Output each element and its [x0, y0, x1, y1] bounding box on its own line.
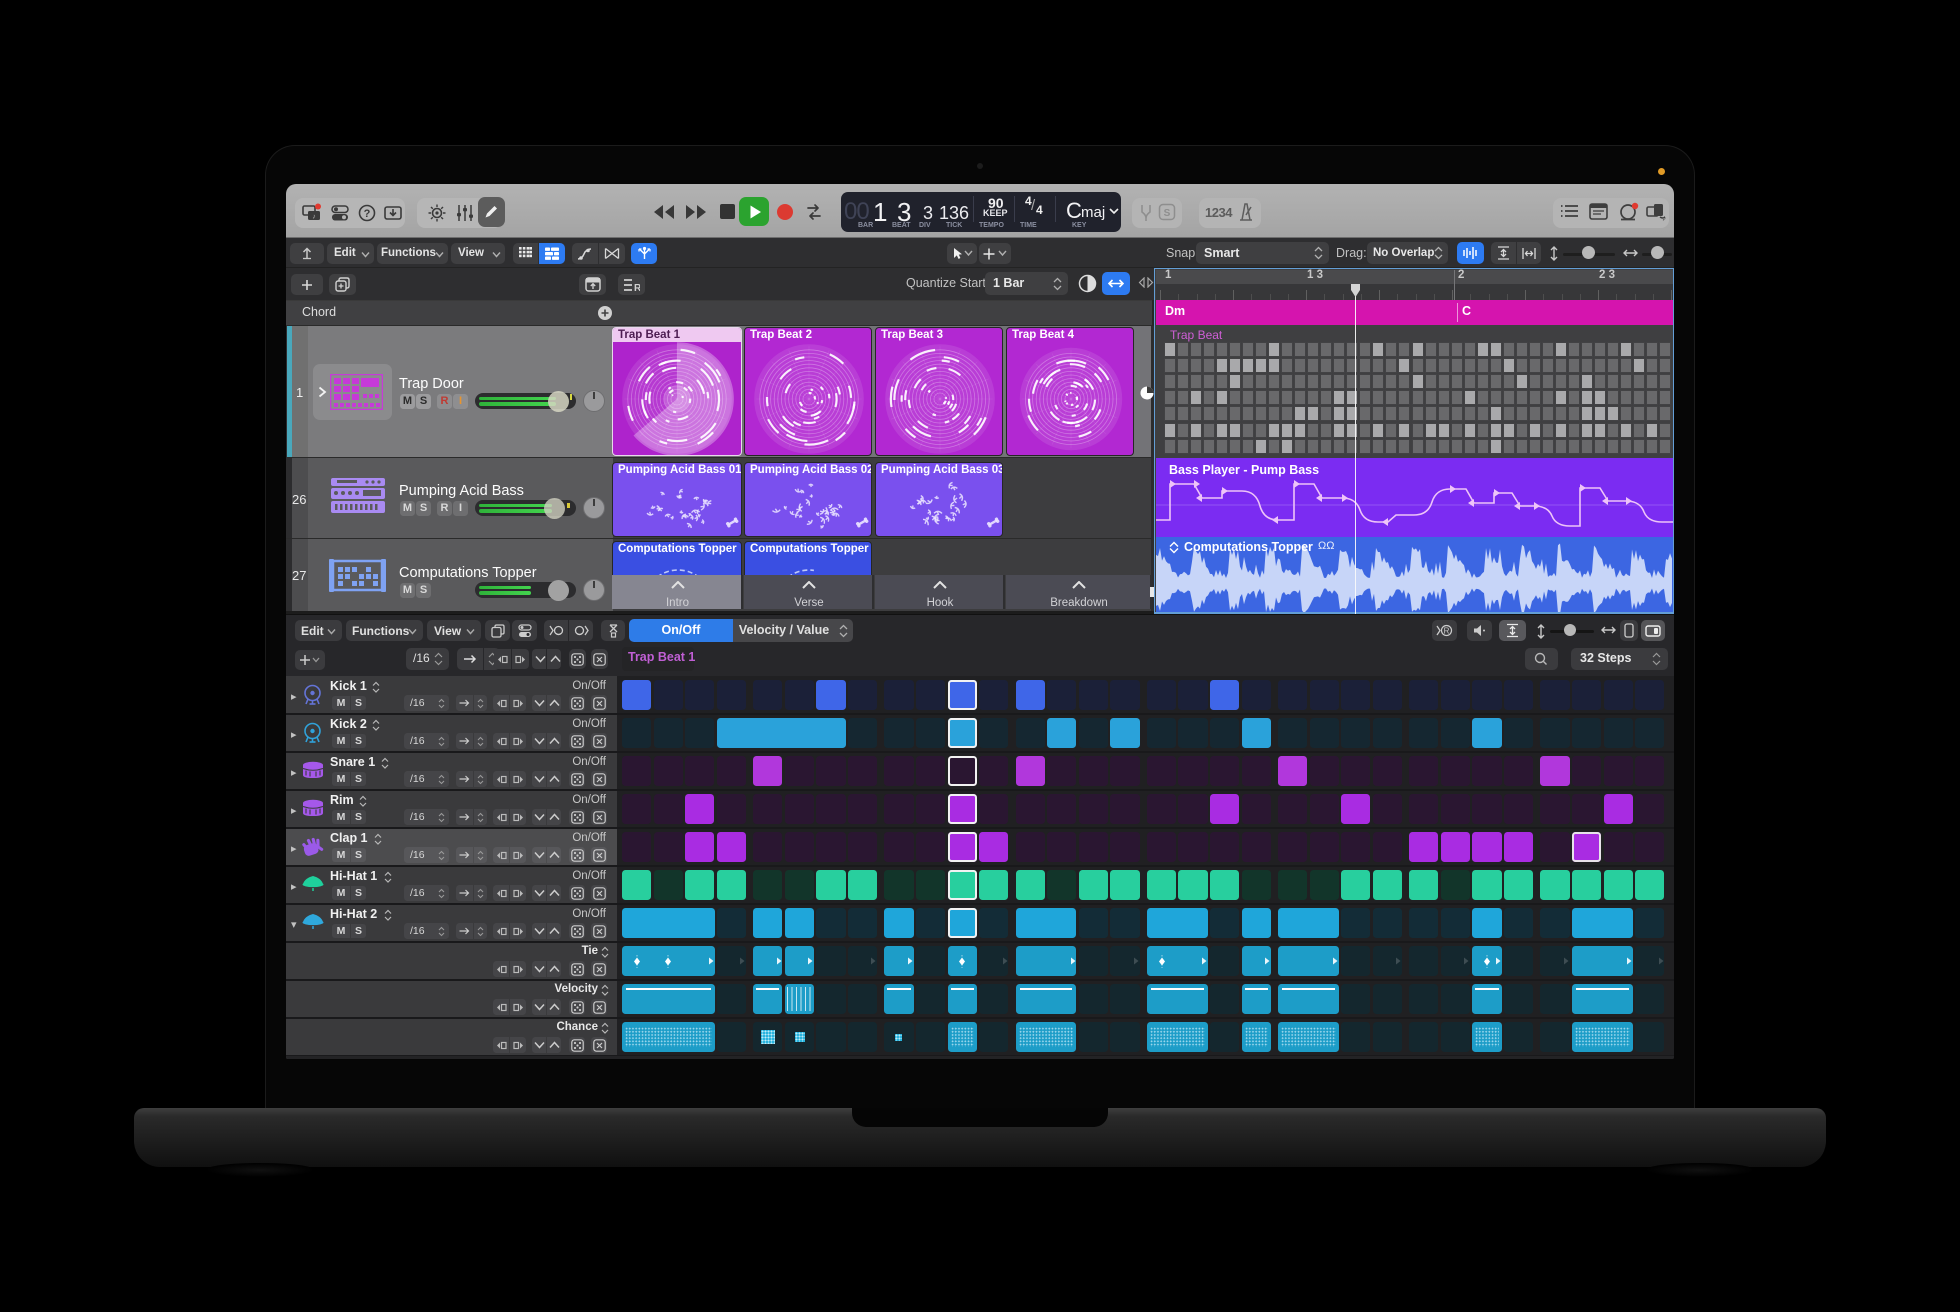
svg-text:♪: ♪ — [312, 214, 316, 221]
svg-text:♪: ♪ — [1662, 214, 1666, 222]
svg-text:S: S — [1164, 208, 1171, 219]
svg-text:R: R — [634, 283, 640, 292]
svg-text:?: ? — [364, 208, 371, 220]
svg-text:R: R — [1444, 627, 1450, 636]
